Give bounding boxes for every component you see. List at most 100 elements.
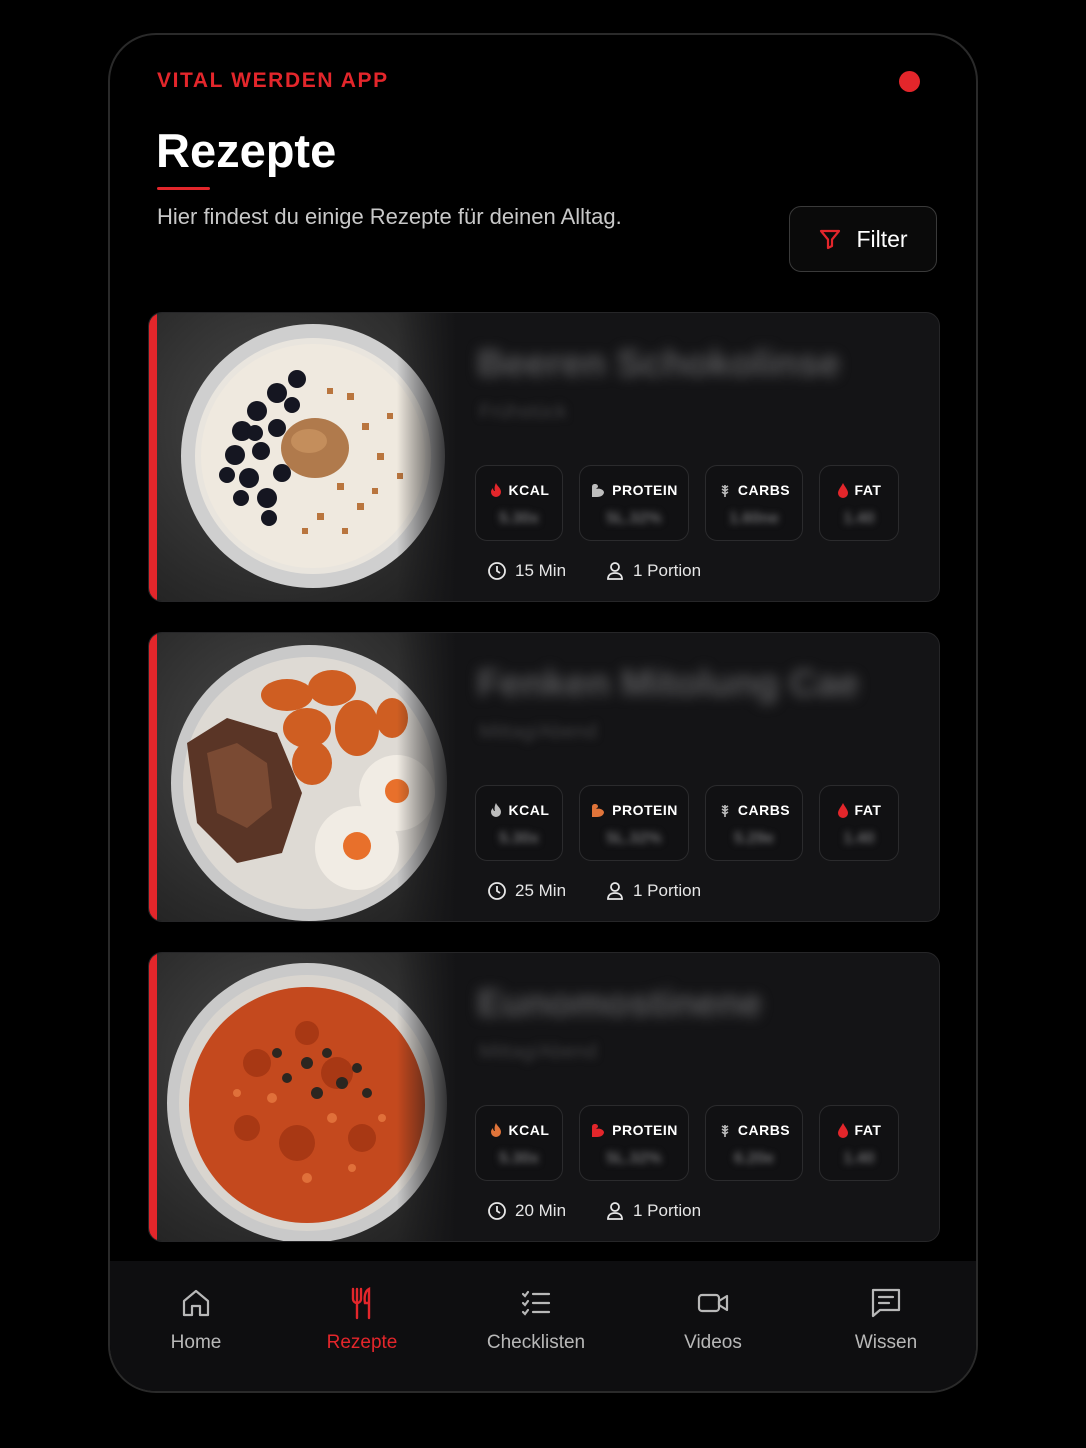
drop-icon	[837, 1123, 848, 1138]
recipe-title: Beeren Schokolinse	[477, 343, 841, 385]
app-screen: VITAL WERDEN APP Rezepte Hier findest du…	[108, 33, 978, 1393]
drop-icon	[837, 803, 848, 818]
recipe-image	[157, 953, 457, 1241]
fat-chip: FAT 1.40	[819, 465, 899, 541]
wheat-icon	[721, 805, 729, 817]
fork-knife-icon	[351, 1287, 371, 1320]
fat-label: FAT	[854, 482, 882, 498]
fat-value: 1.40	[843, 510, 875, 527]
portion-label: 1 Portion	[633, 881, 702, 900]
tab-label: Rezepte	[326, 1332, 398, 1353]
recipe-card[interactable]: Beeren Schokolinse Frühstück KCAL 5.30x …	[148, 312, 940, 602]
notification-dot[interactable]	[899, 71, 920, 92]
filter-button[interactable]: Filter	[789, 206, 937, 272]
clock-icon	[488, 562, 506, 580]
message-icon	[871, 1288, 901, 1318]
kcal-value: 5.30x	[498, 1150, 540, 1167]
filter-label: Filter	[856, 225, 908, 252]
muscle-icon	[592, 804, 605, 817]
card-accent-bar	[149, 633, 157, 921]
tab-checklisten[interactable]: Checklisten	[466, 1261, 606, 1354]
card-accent-bar	[149, 313, 157, 601]
time-info: 25 Min	[487, 881, 566, 901]
page-title: Rezepte	[156, 124, 337, 177]
time-info: 15 Min	[487, 561, 566, 581]
wheat-icon	[721, 485, 729, 497]
checklist-icon	[521, 1290, 551, 1316]
protein-chip: PROTEIN 5L.32%	[579, 465, 689, 541]
muscle-icon	[592, 1124, 605, 1137]
recipe-category: Mittag/Abend	[479, 1041, 597, 1063]
kcal-label: KCAL	[508, 482, 550, 498]
tab-wissen[interactable]: Wissen	[816, 1261, 956, 1354]
portion-label: 1 Portion	[633, 1201, 702, 1220]
time-label: 15 Min	[515, 561, 567, 580]
protein-value: 5L.32%	[606, 830, 662, 847]
protein-label: PROTEIN	[612, 1122, 678, 1138]
recipe-category: Mittag/Abend	[479, 721, 597, 743]
tab-rezepte[interactable]: Rezepte	[292, 1261, 432, 1354]
carbs-value: 1.60ne	[729, 510, 779, 527]
tab-label: Wissen	[854, 1332, 918, 1353]
drop-icon	[837, 483, 848, 498]
carbs-chip: CARBS 5.29e	[705, 785, 803, 861]
bottom-nav: Home Rezepte Checklisten Videos Wissen	[110, 1261, 976, 1391]
protein-value: 5L.32%	[606, 1150, 662, 1167]
recipe-image	[157, 633, 457, 921]
flame-icon	[490, 1123, 501, 1137]
flame-icon	[490, 803, 501, 817]
kcal-label: KCAL	[508, 1122, 550, 1138]
time-info: 20 Min	[487, 1201, 566, 1221]
person-icon	[607, 562, 623, 580]
carbs-value: 5.29e	[733, 830, 775, 847]
tab-videos[interactable]: Videos	[643, 1261, 783, 1354]
tab-label: Home	[170, 1332, 222, 1353]
fat-value: 1.40	[843, 830, 875, 847]
protein-label: PROTEIN	[612, 482, 678, 498]
carbs-label: CARBS	[737, 1122, 791, 1138]
kcal-chip: KCAL 5.30x	[475, 465, 563, 541]
tab-home[interactable]: Home	[126, 1261, 266, 1354]
fat-label: FAT	[854, 802, 882, 818]
recipe-title: Eunomostinene	[477, 983, 763, 1025]
muscle-icon	[592, 484, 605, 497]
brand-label: VITAL WERDEN APP	[157, 69, 389, 92]
carbs-chip: CARBS 6.20e	[705, 1105, 803, 1181]
page-subtitle: Hier findest du einige Rezepte für deine…	[157, 204, 622, 229]
card-accent-bar	[149, 953, 157, 1241]
video-icon	[697, 1293, 729, 1313]
time-label: 25 Min	[515, 881, 567, 900]
recipe-card[interactable]: Eunomostinene Mittag/Abend KCAL 5.30x PR…	[148, 952, 940, 1242]
recipe-title: Fenken Mitolung Cae	[477, 663, 860, 705]
kcal-value: 5.30x	[498, 830, 540, 847]
recipe-image	[157, 313, 457, 601]
carbs-label: CARBS	[737, 482, 791, 498]
carbs-label: CARBS	[737, 802, 791, 818]
protein-label: PROTEIN	[612, 802, 678, 818]
protein-chip: PROTEIN 5L.32%	[579, 1105, 689, 1181]
fat-label: FAT	[854, 1122, 882, 1138]
fat-chip: FAT 1.40	[819, 785, 899, 861]
kcal-label: KCAL	[508, 802, 550, 818]
person-icon	[607, 1202, 623, 1220]
protein-chip: PROTEIN 5L.32%	[579, 785, 689, 861]
flame-icon	[490, 483, 501, 497]
fat-value: 1.40	[843, 1150, 875, 1167]
portion-info: 1 Portion	[605, 1201, 701, 1221]
portion-info: 1 Portion	[605, 881, 701, 901]
kcal-chip: KCAL 5.30x	[475, 1105, 563, 1181]
carbs-chip: CARBS 1.60ne	[705, 465, 803, 541]
kcal-value: 5.30x	[498, 510, 540, 527]
portion-info: 1 Portion	[605, 561, 701, 581]
carbs-value: 6.20e	[733, 1150, 775, 1167]
fat-chip: FAT 1.40	[819, 1105, 899, 1181]
time-label: 20 Min	[515, 1201, 567, 1220]
tab-label: Videos	[684, 1332, 742, 1353]
title-underline	[157, 187, 210, 190]
tab-label: Checklisten	[486, 1332, 586, 1353]
recipe-card[interactable]: Fenken Mitolung Cae Mittag/Abend KCAL 5.…	[148, 632, 940, 922]
clock-icon	[488, 882, 506, 900]
home-icon	[182, 1289, 210, 1317]
clock-icon	[488, 1202, 506, 1220]
protein-value: 5L.32%	[606, 510, 662, 527]
